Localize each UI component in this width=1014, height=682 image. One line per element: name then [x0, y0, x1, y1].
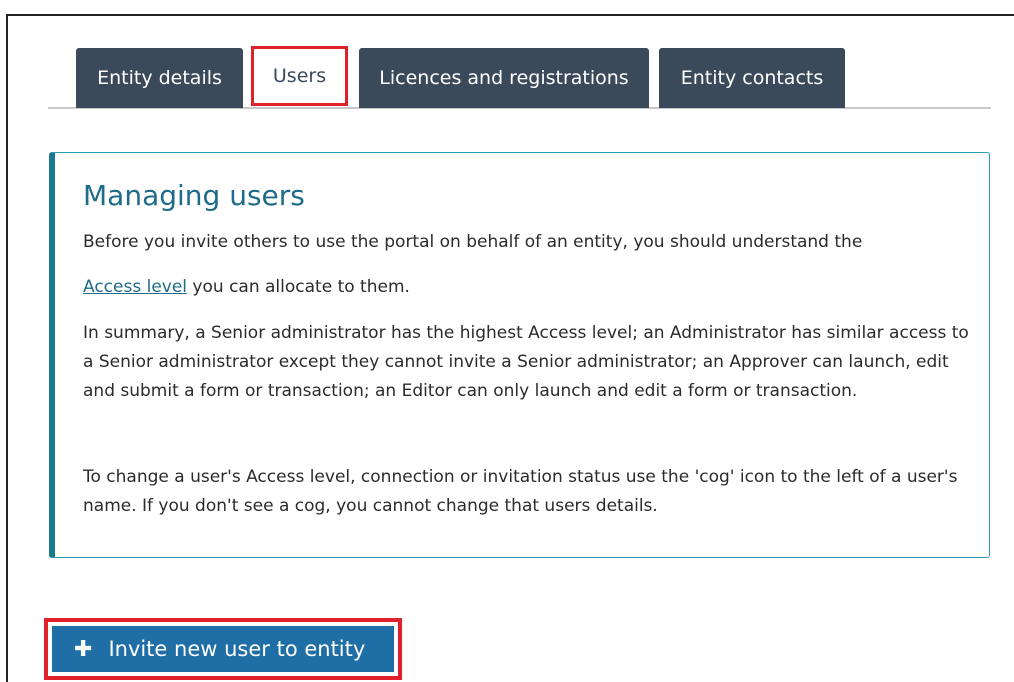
tab-label: Users: [272, 65, 327, 87]
intro-paragraph: Before you invite others to use the port…: [83, 232, 863, 252]
cog-instructions-paragraph: To change a user's Access level, connect…: [83, 467, 958, 516]
tab-entity-contacts[interactable]: Entity contacts: [659, 48, 845, 108]
tab-licences-and-registrations[interactable]: Licences and registrations: [359, 48, 649, 108]
managing-users-panel: Managing users Before you invite others …: [49, 152, 990, 558]
invite-button-label: Invite new user to entity: [108, 637, 366, 661]
summary-paragraph: In summary, a Senior administrator has t…: [83, 323, 969, 401]
tab-users[interactable]: Users: [251, 46, 348, 106]
access-level-paragraph: Access level you can allocate to them.: [83, 273, 973, 302]
invite-new-user-button[interactable]: ✚ Invite new user to entity: [52, 626, 394, 672]
tab-label: Entity details: [97, 67, 222, 89]
tab-bar: Entity details Users Licences and regist…: [48, 46, 991, 110]
tab-label: Entity contacts: [680, 67, 824, 89]
access-level-text: you can allocate to them.: [187, 277, 410, 297]
access-level-link[interactable]: Access level: [83, 277, 187, 297]
plus-icon: ✚: [74, 636, 93, 662]
panel-title: Managing users: [83, 179, 305, 212]
tab-label: Licences and registrations: [379, 67, 629, 89]
invite-button-highlight: ✚ Invite new user to entity: [44, 618, 402, 680]
tab-entity-details[interactable]: Entity details: [76, 48, 243, 108]
